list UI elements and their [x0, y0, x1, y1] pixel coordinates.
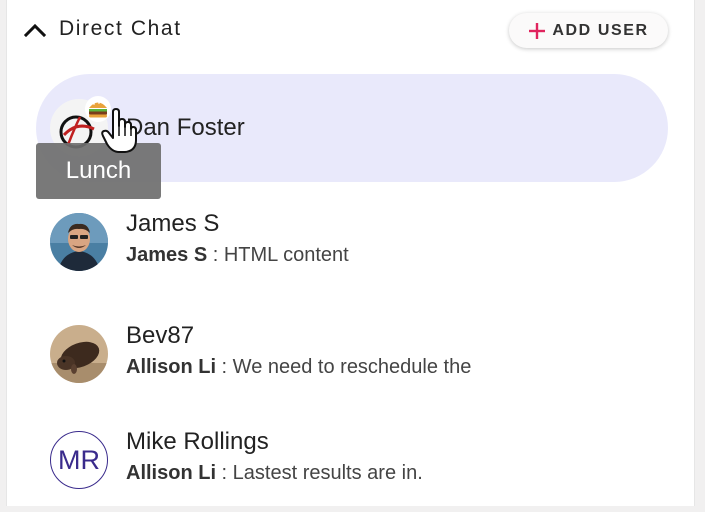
preview-sender: Allison Li [126, 462, 216, 484]
avatar [50, 325, 108, 383]
preview-text: We need to reschedule the [232, 356, 472, 378]
preview-text: HTML content [223, 244, 349, 266]
avatar [50, 213, 108, 271]
chat-name: Mike Rollings [126, 428, 269, 455]
photo-avatar-image [50, 325, 108, 383]
add-user-button[interactable]: ADD USER [509, 13, 668, 48]
chat-preview: Allison Li : Lastest results are in. [126, 462, 423, 485]
add-user-label: ADD USER [552, 21, 649, 39]
section-header: Direct Chat ADD USER [7, 0, 694, 62]
chat-preview: James S : HTML content [126, 244, 349, 267]
hand-cursor-icon [101, 108, 137, 153]
preview-separator: : [216, 356, 233, 378]
chat-name: Bev87 [126, 322, 195, 349]
plus-icon [529, 22, 546, 39]
collapse-button[interactable] [21, 16, 49, 44]
preview-sender: Allison Li [126, 356, 216, 378]
chat-preview: Allison Li : We need to reschedule the [126, 356, 471, 379]
preview-text: Lastest results are in. [232, 462, 423, 484]
direct-chat-panel: Direct Chat ADD USER Dan Foster Lunch Ja… [6, 0, 695, 506]
chat-name: Dan Foster [126, 114, 245, 141]
section-title: Direct Chat [59, 17, 182, 40]
preview-separator: : [216, 462, 233, 484]
chat-name: James S [126, 210, 220, 237]
photo-avatar-image [50, 213, 108, 271]
chevron-up-icon [24, 23, 46, 37]
chat-item-james-s[interactable]: James S James S : HTML content [36, 186, 668, 294]
chat-item-bev87[interactable]: Bev87 Allison Li : We need to reschedule… [36, 298, 668, 406]
chat-item-mike-rollings[interactable]: MR Mike Rollings Allison Li : Lastest re… [36, 404, 668, 512]
preview-sender: James S [126, 244, 208, 266]
preview-separator: : [207, 244, 224, 266]
initials-avatar: MR [50, 431, 108, 489]
